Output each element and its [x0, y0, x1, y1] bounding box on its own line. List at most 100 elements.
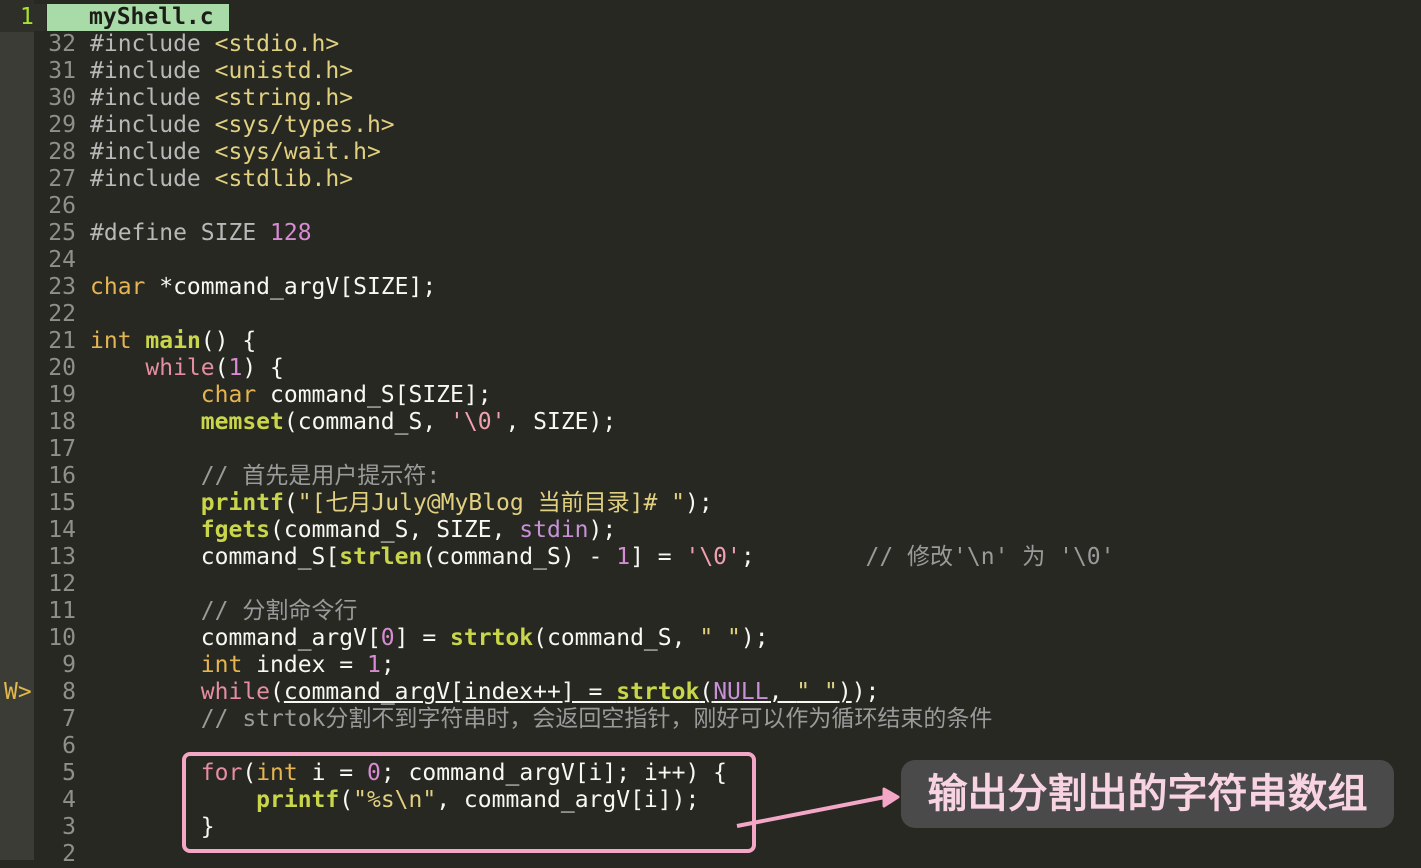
line-text: #include <string.h>: [90, 85, 353, 112]
code-token: #include: [90, 112, 215, 138]
line-number: 23: [48, 274, 76, 300]
code-line[interactable]: 26: [0, 193, 1421, 220]
code-token: int: [200, 652, 243, 678]
code-token: ) {: [242, 355, 284, 381]
annotation-callout: 输出分割出的字符串数组: [901, 760, 1394, 828]
code-line[interactable]: 28 #include <sys/wait.h>: [0, 139, 1421, 166]
code-token: char: [200, 382, 257, 408]
code-token: );: [588, 517, 617, 543]
code-token: #include: [90, 166, 215, 192]
code-line[interactable]: 21 int main() {: [0, 328, 1421, 355]
code-line[interactable]: 30 #include <string.h>: [0, 85, 1421, 112]
code-line[interactable]: 9 int index = 1;: [0, 652, 1421, 679]
code-token: <string.h>: [214, 85, 354, 111]
line-text: while(1) {: [90, 355, 284, 382]
code-line[interactable]: 32 #include <stdio.h>: [0, 31, 1421, 58]
code-line[interactable]: 23 char *command_argV[SIZE];: [0, 274, 1421, 301]
code-token: while: [145, 355, 215, 381]
code-line[interactable]: 13 command_S[strlen(command_S) - 1] = '\…: [0, 544, 1421, 571]
line-text: int index = 1;: [90, 652, 395, 679]
code-token: // 分割命令行: [90, 598, 358, 624]
line-number: 11: [48, 598, 76, 624]
line-text: while(command_argV[index++] = strtok(NUL…: [90, 679, 880, 706]
code-token: );: [684, 490, 713, 516]
code-token: (command_S, SIZE,: [270, 517, 520, 543]
code-line[interactable]: 12: [0, 571, 1421, 598]
line-number: 27: [48, 166, 76, 192]
code-token: strtok: [616, 679, 700, 705]
line-number: 21: [48, 328, 76, 354]
code-token: // 首先是用户提示符:: [90, 463, 441, 489]
code-token: #define SIZE: [90, 220, 271, 246]
code-token: while: [200, 679, 271, 705]
code-line[interactable]: 19 char command_S[SIZE];: [0, 382, 1421, 409]
code-token: stdin: [519, 517, 589, 543]
line-text: char command_S[SIZE];: [90, 382, 492, 409]
code-line[interactable]: 15 printf("[七月July@MyBlog 当前目录]# ");: [0, 490, 1421, 517]
tab-filename[interactable]: myShell.c: [47, 4, 229, 31]
code-line[interactable]: 29 #include <sys/types.h>: [0, 112, 1421, 139]
code-token: (: [270, 679, 284, 705]
line-number: 29: [48, 112, 76, 138]
code-token: <stdio.h>: [214, 31, 340, 57]
tabline[interactable]: 1 myShell.c: [0, 4, 1421, 31]
tab-number[interactable]: 1: [6, 4, 46, 31]
line-text: int main() {: [90, 328, 256, 355]
code-token: (command_S,: [533, 625, 700, 651]
code-line[interactable]: 7 // strtok分割不到字符串时，会返回空指针，刚好可以作为循环结束的条件: [0, 706, 1421, 733]
code-token: command_S[: [90, 544, 340, 570]
code-token: char: [90, 274, 146, 300]
code-token: (: [699, 679, 714, 705]
code-line[interactable]: 18 memset(command_S, '\0', SIZE);: [0, 409, 1421, 436]
line-number: 4: [62, 787, 76, 813]
line-text: command_argV[0] = strtok(command_S, " ")…: [90, 625, 769, 652]
code-token: (: [283, 490, 298, 516]
line-text: #include <stdlib.h>: [90, 166, 353, 193]
code-line[interactable]: 17: [0, 436, 1421, 463]
code-line[interactable]: 31 #include <unistd.h>: [0, 58, 1421, 85]
code-token: #include: [90, 139, 215, 165]
code-line[interactable]: 22: [0, 301, 1421, 328]
line-text: #include <sys/types.h>: [90, 112, 395, 139]
code-editor[interactable]: 32 #include <stdio.h> 31 #include <unistd.h…: [0, 31, 1421, 868]
code-line[interactable]: 27 #include <stdlib.h>: [0, 166, 1421, 193]
line-text: #include <sys/wait.h>: [90, 139, 381, 166]
line-number: 28: [48, 139, 76, 165]
highlight-box: [182, 752, 756, 853]
code-token: , SIZE);: [505, 409, 617, 435]
code-line[interactable]: W> 8 while(command_argV[index++] = strtok…: [0, 679, 1421, 706]
code-line[interactable]: 25 #define SIZE 128: [0, 220, 1421, 247]
line-number: 24: [48, 247, 76, 273]
code-token: (command_S) -: [422, 544, 617, 570]
line-number: 26: [48, 193, 76, 219]
code-token: 1: [366, 652, 381, 678]
code-line[interactable]: 11 // 分割命令行: [0, 598, 1421, 625]
code-token: // 修改'\n' 为 '\0': [865, 544, 1115, 570]
code-token: printf: [200, 490, 284, 516]
code-token: main: [145, 328, 201, 354]
code-token: (command_S,: [283, 409, 451, 435]
line-number: 8: [62, 679, 76, 705]
line-number: 6: [62, 733, 76, 759]
code-token: <unistd.h>: [214, 58, 354, 84]
code-token: ): [837, 679, 852, 705]
code-token: );: [851, 679, 880, 705]
code-token: #include: [90, 31, 215, 57]
line-number: 13: [48, 544, 76, 570]
code-line[interactable]: 10 command_argV[0] = strtok(command_S, "…: [0, 625, 1421, 652]
line-text: char *command_argV[SIZE];: [90, 274, 436, 301]
line-number: 22: [48, 301, 76, 327]
code-line[interactable]: 16 // 首先是用户提示符:: [0, 463, 1421, 490]
code-token: ] =: [394, 625, 451, 651]
code-line[interactable]: 14 fgets(command_S, SIZE, stdin);: [0, 517, 1421, 544]
code-line[interactable]: 20 while(1) {: [0, 355, 1421, 382]
code-token: strtok: [450, 625, 534, 651]
code-token: );: [740, 625, 769, 651]
code-line[interactable]: 24: [0, 247, 1421, 274]
line-text: memset(command_S, '\0', SIZE);: [90, 409, 616, 436]
code-token: " ": [699, 625, 741, 651]
